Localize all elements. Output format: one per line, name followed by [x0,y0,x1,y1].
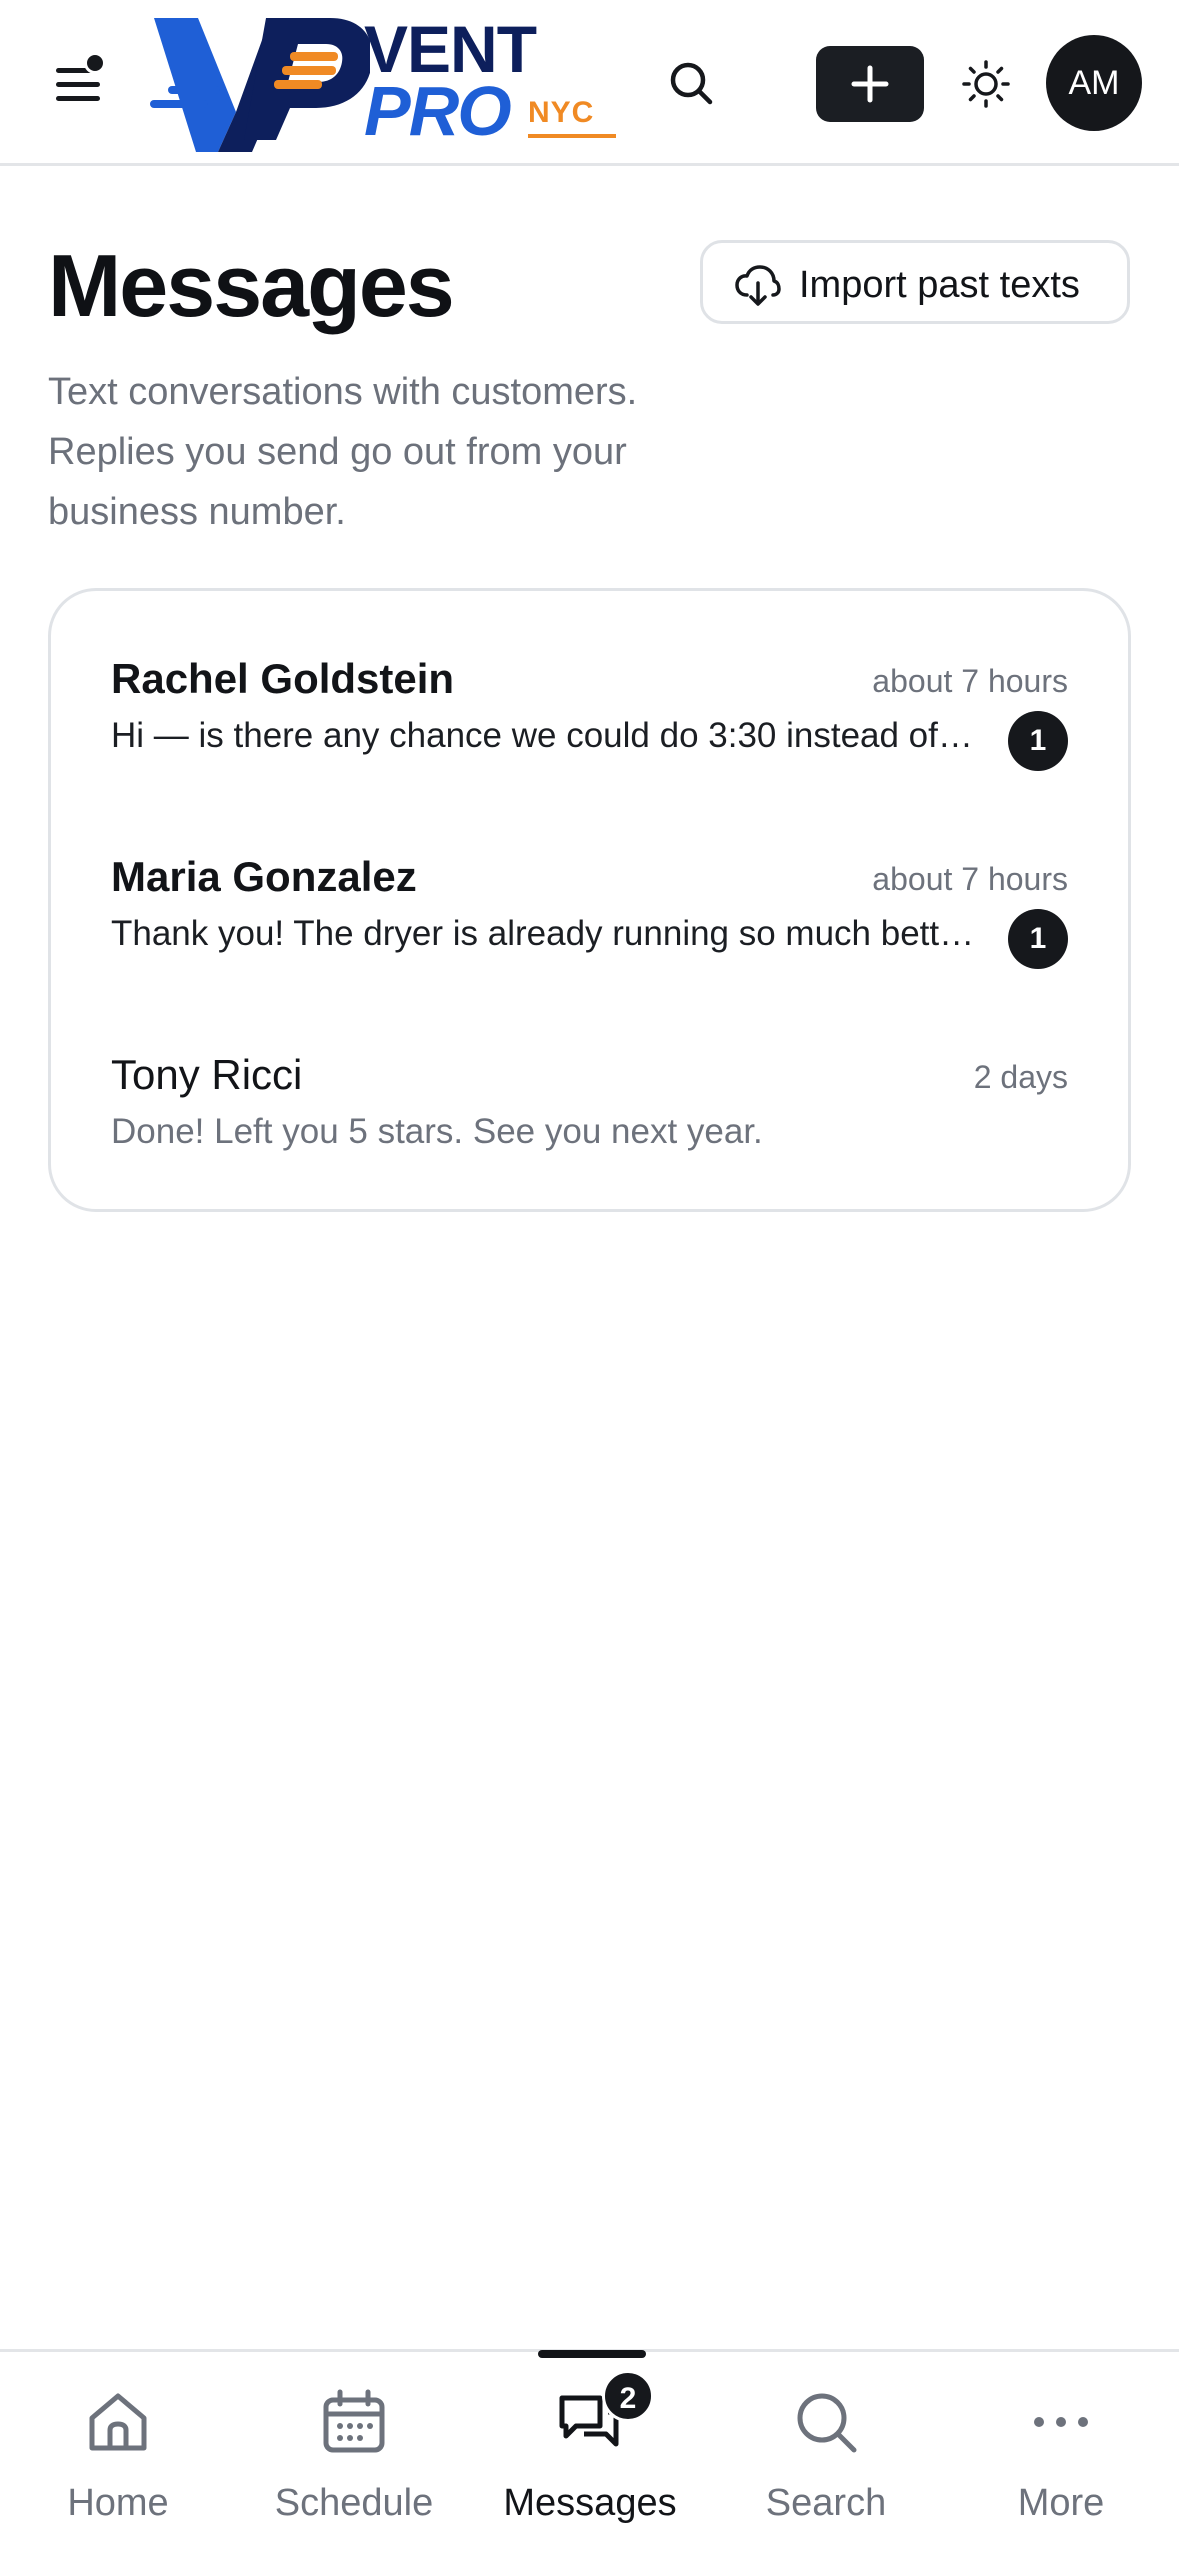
logo-vp-mark [150,18,370,152]
menu-icon-line [56,82,100,87]
more-icon [1034,2417,1088,2427]
message-time: about 7 hours [872,861,1068,897]
message-preview: Hi — is there any chance we could do 3:3… [111,716,973,755]
message-time: 2 days [973,1059,1068,1095]
contact-name: Tony Ricci [111,1051,303,1098]
ventpro-logo[interactable]: VENT PRO NYC [140,12,620,152]
unread-badge: 1 [1008,711,1068,771]
message-preview: Done! Left you 5 stars. See you next yea… [111,1112,763,1151]
top-app-bar: VENT PRO NYC AM [0,0,1179,166]
logo-underline [528,134,616,138]
message-time: about 7 hours [872,663,1068,699]
import-past-texts-button[interactable]: Import past texts [700,240,1130,324]
contact-name: Rachel Goldstein [111,655,455,702]
page-subtitle: Text conversations with customers. Repli… [48,371,638,533]
active-tab-indicator [538,2350,646,2358]
nav-label-schedule: Schedule [274,2482,434,2524]
nav-label-more: More [1017,2482,1105,2524]
page-title: Messages [48,236,455,335]
conversation-item[interactable]: Tony Ricci 2 days Done! Left you 5 stars… [51,1049,1128,1239]
notification-dot [84,52,106,74]
menu-icon-line [56,96,100,101]
nav-item-schedule[interactable]: Schedule [236,2352,472,2556]
cloud-download-icon [735,265,781,306]
home-icon [89,2393,147,2451]
bottom-navigation: Home Schedule Messages 2 Search More [0,2349,1179,2556]
user-avatar[interactable]: AM [1046,35,1142,131]
theme-toggle-button[interactable] [956,54,1016,114]
messages-unread-badge: 2 [602,2370,654,2422]
nav-item-messages[interactable]: Messages [472,2352,708,2556]
import-past-texts-label: Import past texts [799,264,1080,306]
conversation-list: Rachel Goldstein about 7 hours Hi — is t… [48,588,1131,1212]
sun-icon [962,60,1010,108]
search-icon [797,2393,857,2453]
search-icon [670,62,713,105]
conversation-item[interactable]: Maria Gonzalez about 7 hours Thank you! … [51,851,1128,1041]
add-button[interactable] [816,46,924,122]
logo-text-pro: PRO [364,72,512,150]
nav-label-home: Home [67,2482,169,2524]
nav-label-search: Search [765,2482,887,2524]
nav-item-search[interactable]: Search [708,2352,944,2556]
menu-button[interactable] [48,52,108,112]
unread-badge: 1 [1008,909,1068,969]
plus-icon [851,65,889,103]
logo-text-nyc: NYC [528,96,595,129]
header-search-button[interactable] [664,56,720,112]
message-preview: Thank you! The dryer is already running … [111,914,975,953]
calendar-icon [323,2389,385,2453]
conversation-item[interactable]: Rachel Goldstein about 7 hours Hi — is t… [51,653,1128,843]
nav-item-more[interactable]: More [943,2352,1179,2556]
contact-name: Maria Gonzalez [111,853,417,900]
nav-label-messages: Messages [503,2482,677,2524]
nav-item-home[interactable]: Home [0,2352,236,2556]
